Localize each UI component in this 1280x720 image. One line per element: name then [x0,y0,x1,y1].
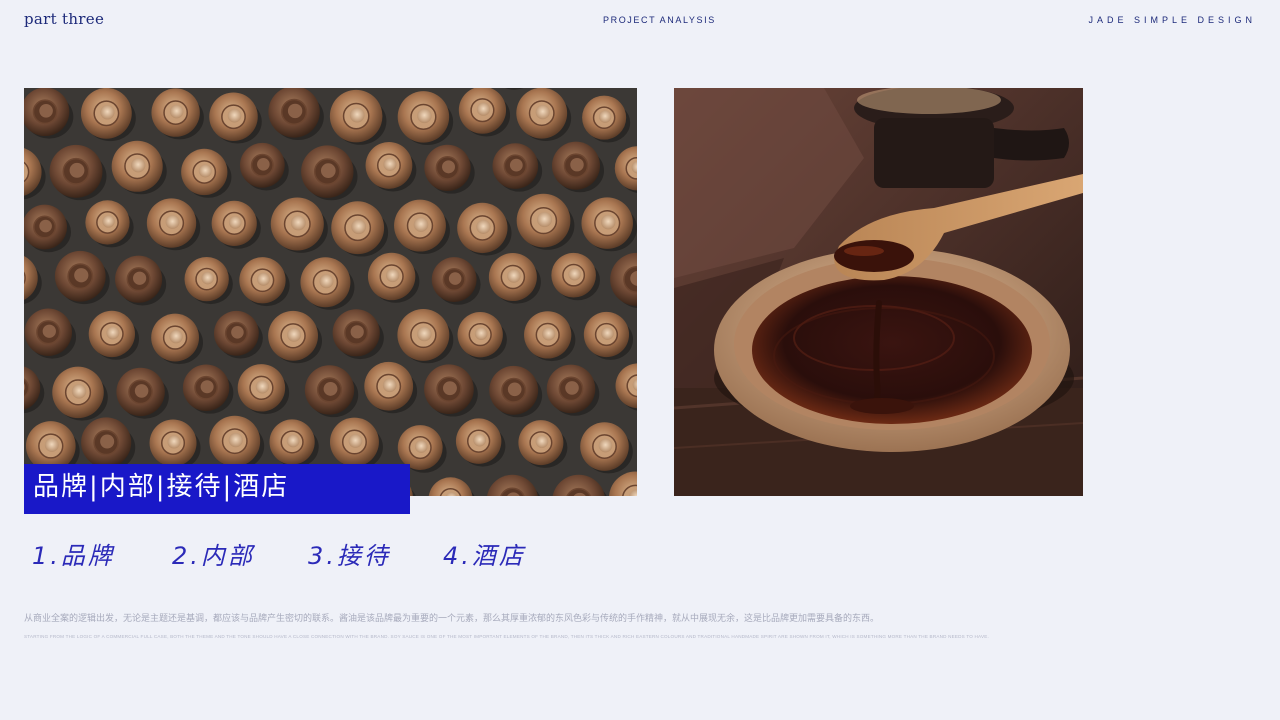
list-item-internal: 2.内部 [172,542,255,570]
category-label-box: 品牌|内部|接待|酒店 [24,464,410,514]
brand-name: JADE SIMPLE DESIGN [1088,15,1256,25]
list-item-hotel: 4.酒店 [443,542,526,570]
section-title: PROJECT ANALYSIS [603,15,716,25]
clay-jars-image [24,88,637,496]
soy-sauce-image [674,88,1083,496]
list-item-brand: 1.品牌 [32,542,115,570]
part-label: part three [24,10,105,28]
list-item-reception: 3.接待 [308,542,391,570]
description-chinese: 从商业全案的逻辑出发，无论是主题还是基调，都应该与品牌产生密切的联系。酱油是该品… [24,614,880,624]
description-english: STARTING FROM THE LOGIC OF A COMMERCIAL … [24,634,989,639]
